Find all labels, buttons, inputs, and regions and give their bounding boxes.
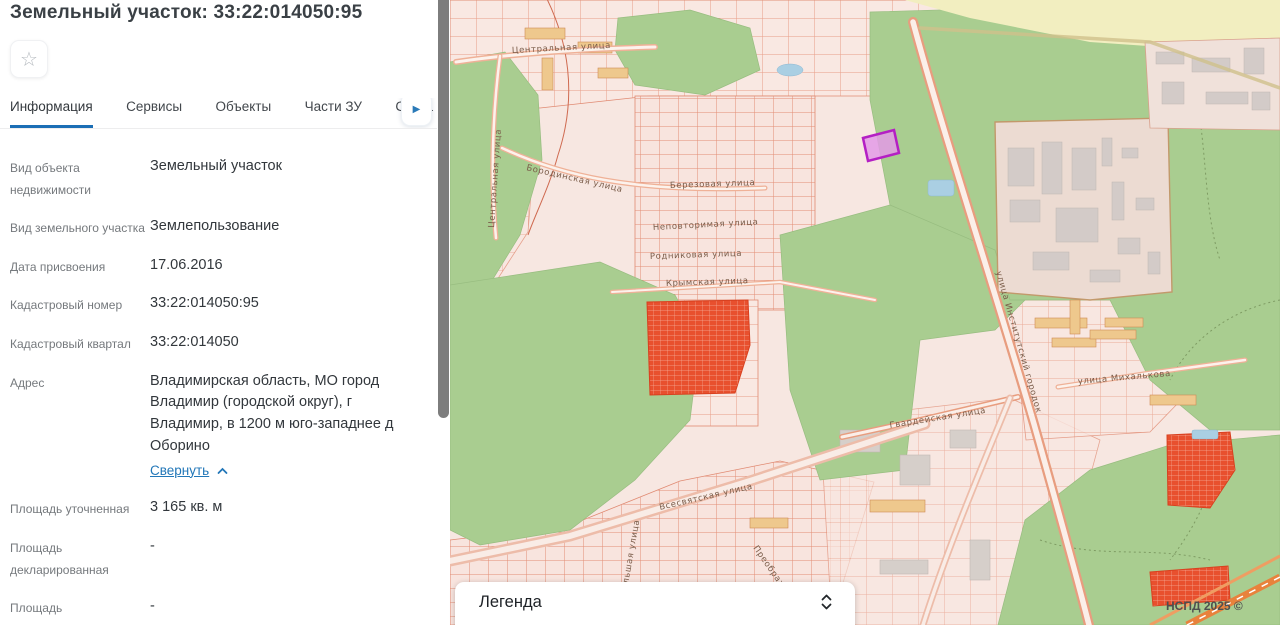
tab-information[interactable]: Информация [10, 99, 93, 128]
arrow-right-icon: ▶ [412, 103, 421, 115]
attribute-row-area-declared: Площадь декларированная - [10, 537, 155, 577]
address-collapse-link[interactable]: Свернуть [150, 461, 228, 481]
attribute-row-address: Адрес Владимирская область, МО город Вла… [10, 371, 421, 483]
map-attribution: НСПД 2025 © [1166, 599, 1243, 613]
panel-scrollbar-thumb[interactable] [438, 0, 449, 418]
industrial-block-2 [1144, 37, 1280, 131]
panel-scrollbar-track[interactable] [437, 0, 450, 625]
attribute-row-cadastral-number: Кадастровый номер 33:22:014050:95 [10, 295, 259, 313]
attribute-row-object-kind: Вид объекта недвижимости Земельный участ… [10, 158, 282, 197]
nspd-app: Земельный участок: 33:22:014050:95 ☆ Инф… [0, 0, 1280, 625]
tab-services[interactable]: Сервисы [126, 99, 182, 125]
chevron-up-icon [217, 467, 228, 474]
legend-bar[interactable]: Легенда [455, 582, 855, 625]
tab-parts[interactable]: Части ЗУ [305, 99, 362, 125]
attribute-row-assign-date: Дата присвоения 17.06.2016 [10, 256, 223, 274]
tab-objects[interactable]: Объекты [216, 99, 272, 125]
industrial-complex [994, 117, 1173, 301]
unfold-chevrons-icon [821, 594, 832, 610]
attribute-row-area-refined: Площадь уточненная 3 165 кв. м [10, 499, 223, 517]
attribute-row-cadastral-quarter: Кадастровый квартал 33:22:014050 [10, 333, 239, 351]
object-info-panel: Земельный участок: 33:22:014050:95 ☆ Инф… [0, 0, 437, 625]
map-viewport[interactable]: Центральная улица Центральная улица Боро… [450, 0, 1280, 625]
attribute-row-parcel-kind: Вид земельного участка Землепользование [10, 218, 280, 236]
attribute-row-area: Площадь - [10, 598, 155, 616]
attributes-list: Вид объекта недвижимости Земельный участ… [0, 156, 437, 625]
tabs-scroll-right-button[interactable]: ▶ [401, 98, 432, 126]
tab-bar: Информация Сервисы Объекты Части ЗУ Сост… [0, 98, 437, 129]
favorite-button[interactable]: ☆ [10, 40, 48, 78]
map-canvas[interactable]: Центральная улица Центральная улица Боро… [450, 0, 1280, 625]
star-icon: ☆ [20, 48, 38, 71]
address-text: Владимирская область, МО город Владимир … [150, 372, 394, 454]
legend-title: Легенда [479, 593, 542, 611]
page-title: Земельный участок: 33:22:014050:95 [10, 2, 363, 23]
